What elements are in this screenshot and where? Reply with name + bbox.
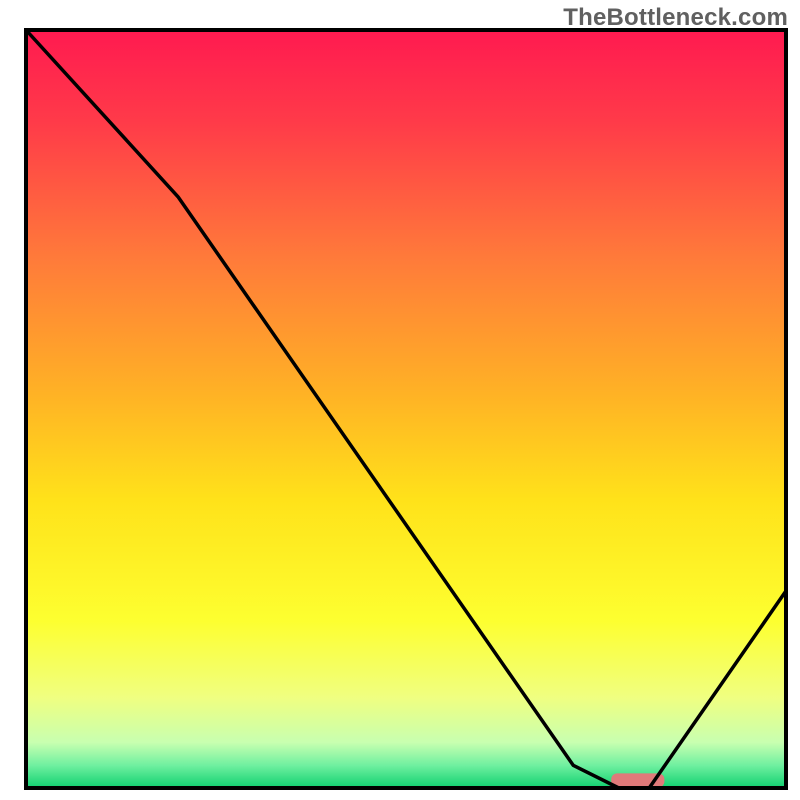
chart-svg bbox=[0, 0, 800, 800]
plot-background bbox=[26, 30, 786, 788]
bottleneck-chart: TheBottleneck.com bbox=[0, 0, 800, 800]
watermark-text: TheBottleneck.com bbox=[563, 4, 788, 32]
